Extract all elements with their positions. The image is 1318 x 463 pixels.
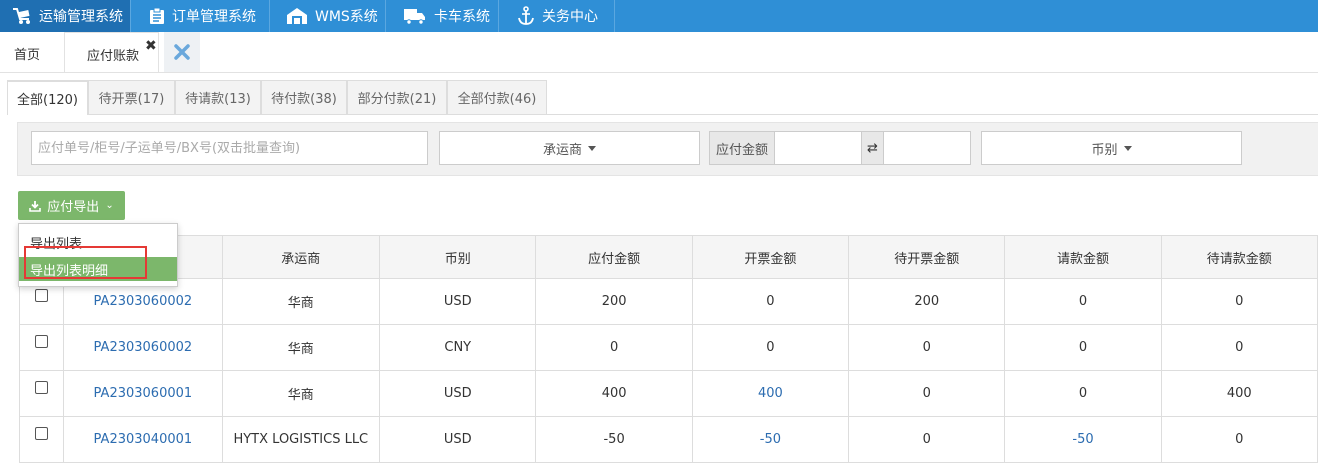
- row-checkbox[interactable]: [18, 324, 65, 371]
- row-checkbox[interactable]: [18, 416, 65, 463]
- cell-requested-link[interactable]: -50: [1004, 416, 1162, 463]
- nav-item-wms[interactable]: WMS系统: [270, 0, 385, 32]
- cell-currency: USD: [379, 278, 537, 325]
- export-button[interactable]: 应付导出 ⌄: [18, 191, 125, 220]
- cell-to-request: 0: [1160, 278, 1318, 325]
- status-tab-partial-paid[interactable]: 部分付款(21): [347, 80, 447, 114]
- cell-to-invoice: 0: [848, 324, 1006, 371]
- col-invoiced: 开票金额: [691, 235, 850, 279]
- clipboard-icon: [150, 7, 164, 24]
- status-tab-all[interactable]: 全部(120): [7, 80, 88, 115]
- anchor-icon: [518, 6, 534, 25]
- nav-item-transport[interactable]: 运输管理系统: [0, 0, 130, 32]
- cell-currency: CNY: [379, 324, 537, 371]
- cell-invoiced: 0: [691, 278, 850, 325]
- truck-cart-icon: [13, 8, 30, 24]
- top-nav: 运输管理系统 订单管理系统 WMS系统 卡车系统 关务中心: [0, 0, 1318, 32]
- cell-payable: 0: [535, 324, 693, 371]
- currency-select-label: 币别: [1091, 142, 1118, 158]
- table-row: PA2303060002 华商 USD 200 0 200 0 0: [18, 278, 1318, 325]
- cell-carrier: 华商: [221, 324, 381, 371]
- tab-label: 应付账款: [87, 49, 140, 64]
- nav-item-truck[interactable]: 卡车系统: [386, 0, 498, 32]
- cell-payable: -50: [535, 416, 693, 463]
- cell-currency: USD: [379, 370, 537, 417]
- download-icon: [29, 200, 42, 212]
- tab-home[interactable]: 首页: [14, 44, 40, 63]
- cell-to-invoice: 0: [848, 370, 1006, 417]
- col-to-invoice: 待开票金额: [848, 235, 1006, 279]
- close-x-icon: [174, 44, 190, 60]
- table-header-row: 承运商 币别 应付金额 开票金额 待开票金额 请款金额 待请款金额: [18, 235, 1318, 279]
- cell-carrier: 华商: [221, 278, 381, 325]
- caret-down-icon: [1123, 145, 1132, 151]
- caret-down-icon: [588, 145, 596, 151]
- status-tab-to-pay[interactable]: 待付款(38): [261, 80, 347, 114]
- col-requested: 请款金额: [1004, 235, 1162, 279]
- status-tab-fully-paid[interactable]: 全部付款(46): [447, 80, 547, 114]
- close-all-tabs-button[interactable]: [164, 32, 200, 72]
- cell-to-request: 0: [1160, 324, 1318, 371]
- cell-carrier: 华商: [221, 370, 381, 417]
- tab-payable[interactable]: 应付账款 ✖: [64, 32, 159, 72]
- cell-currency: USD: [379, 416, 537, 463]
- amount-max-input[interactable]: [883, 131, 971, 165]
- carrier-select[interactable]: 承运商: [439, 131, 700, 165]
- status-tabs: 全部(120) 待开票(17) 待请款(13) 待付款(38) 部分付款(21)…: [7, 80, 1318, 115]
- nav-label: 运输管理系统: [39, 9, 123, 25]
- close-icon[interactable]: ✖: [145, 38, 157, 54]
- payable-id-link[interactable]: PA2303040001: [63, 416, 223, 463]
- col-currency: 币别: [379, 235, 537, 279]
- cell-invoiced: 0: [691, 324, 850, 371]
- cell-to-request: 400: [1160, 370, 1318, 417]
- cell-payable: 200: [535, 278, 693, 325]
- cell-to-invoice: 0: [848, 416, 1006, 463]
- cell-to-request: 0: [1160, 416, 1318, 463]
- col-to-request: 待请款金额: [1160, 235, 1318, 279]
- status-tab-to-request[interactable]: 待请款(13): [175, 80, 261, 114]
- chevron-down-icon: ⌄: [105, 200, 114, 211]
- export-button-label: 应付导出: [47, 200, 100, 215]
- table-row: PA2303060002 华商 CNY 0 0 0 0 0: [18, 324, 1318, 371]
- table-row: PA2303060001 华商 USD 400 400 0 0 400: [18, 370, 1318, 417]
- payable-id-link[interactable]: PA2303060002: [63, 324, 223, 371]
- amount-min-input[interactable]: [774, 131, 862, 165]
- col-carrier: 承运商: [221, 235, 381, 279]
- search-input[interactable]: [31, 131, 428, 165]
- swap-icon: ⇄: [861, 131, 884, 165]
- nav-item-orders[interactable]: 订单管理系统: [131, 0, 269, 32]
- nav-label: WMS系统: [315, 9, 378, 25]
- cell-invoiced-link[interactable]: 400: [691, 370, 850, 417]
- currency-select[interactable]: 币别: [981, 131, 1242, 165]
- col-payable: 应付金额: [535, 235, 693, 279]
- cell-carrier: HYTX LOGISTICS LLC: [221, 416, 381, 463]
- cell-to-invoice: 200: [848, 278, 1006, 325]
- payables-table: 承运商 币别 应付金额 开票金额 待开票金额 请款金额 待请款金额 PA2303…: [18, 235, 1318, 463]
- cell-invoiced-link[interactable]: -50: [691, 416, 850, 463]
- cell-requested: 0: [1004, 370, 1162, 417]
- carrier-select-label: 承运商: [542, 142, 582, 158]
- nav-label: 关务中心: [542, 9, 598, 25]
- payable-id-link[interactable]: PA2303060001: [63, 370, 223, 417]
- cell-requested: 0: [1004, 278, 1162, 325]
- warehouse-icon: [287, 8, 307, 24]
- truck-icon: [404, 9, 425, 25]
- table-row: PA2303040001 HYTX LOGISTICS LLC USD -50 …: [18, 416, 1318, 463]
- highlight-box: [24, 246, 147, 279]
- nav-label: 卡车系统: [434, 9, 490, 25]
- cell-requested: 0: [1004, 324, 1162, 371]
- row-checkbox[interactable]: [18, 370, 65, 417]
- page-tab-bar: 首页 应付账款 ✖: [0, 32, 1318, 73]
- amount-label: 应付金额: [709, 131, 775, 165]
- cell-payable: 400: [535, 370, 693, 417]
- status-tab-to-invoice[interactable]: 待开票(17): [88, 80, 175, 114]
- nav-label: 订单管理系统: [172, 9, 256, 25]
- nav-item-customs[interactable]: 关务中心: [499, 0, 614, 32]
